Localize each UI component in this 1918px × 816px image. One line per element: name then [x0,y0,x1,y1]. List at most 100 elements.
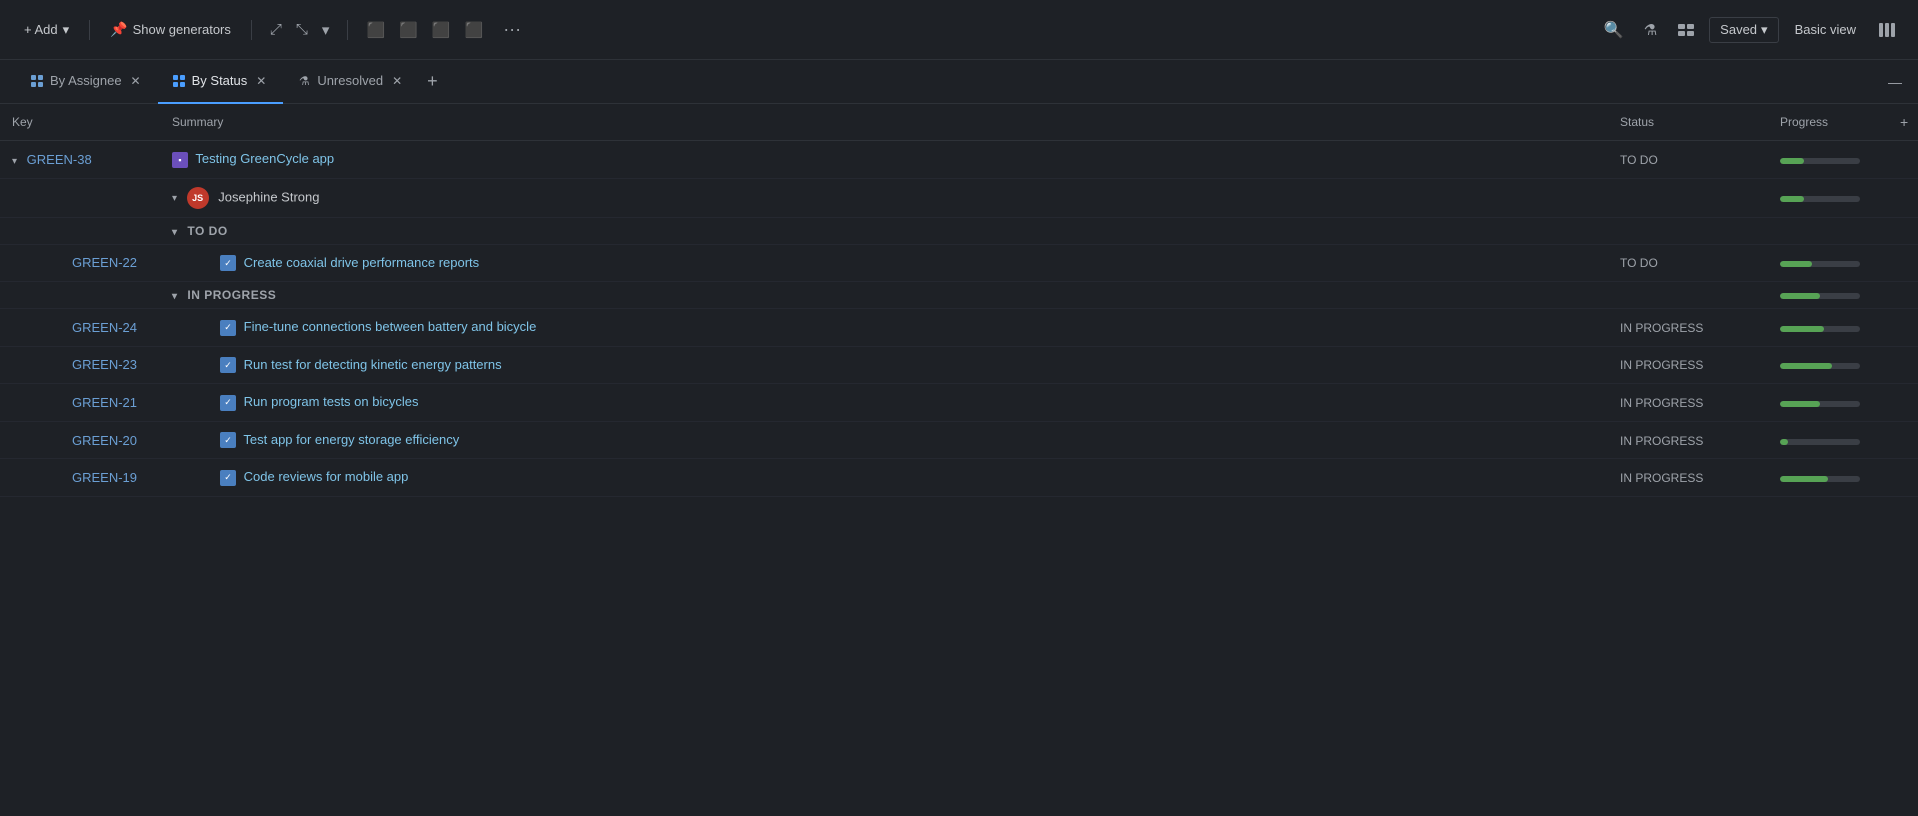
group-chevron[interactable]: ▾ [172,227,178,238]
more-options-button[interactable]: ··· [497,15,527,44]
issue-summary-cell: ✓ Create coaxial drive performance repor… [160,244,1608,282]
progress-fill [1780,363,1832,369]
tab-unresolved-close[interactable]: ✕ [389,73,405,89]
task-icon: ✓ [220,357,236,373]
issue-progress-cell [1768,309,1888,347]
extra-cell [1888,141,1918,179]
extra-cell [1888,459,1918,497]
status-badge: IN PROGRESS [1620,321,1703,335]
col-progress-label: Progress [1780,115,1828,129]
col-summary-label: Summary [172,115,223,129]
tab-unresolved-label: Unresolved [317,73,383,88]
table-row: GREEN-21 ✓ Run program tests on bicycles… [0,384,1918,422]
group-header-row: ▾ TO DO [0,217,1918,244]
issue-key-link[interactable]: GREEN-21 [12,395,137,410]
issue-summary-link[interactable]: Fine-tune connections between battery an… [244,319,537,334]
progress-bar [1780,439,1860,445]
issue-summary-cell: ✓ Code reviews for mobile app [160,459,1608,497]
progress-bar [1780,363,1860,369]
tab-filter-icon: ⚗ [297,74,311,88]
assignee-key-cell [0,178,160,217]
assignee-progress-cell [1768,178,1888,217]
compress-icon[interactable]: ⤡ [290,17,314,42]
group-key-cell [0,217,160,244]
col-header-extra: + [1888,104,1918,141]
issue-key-link[interactable]: GREEN-22 [12,255,137,270]
extra-cell [1888,384,1918,422]
group-label-cell: ▾ IN PROGRESS [160,282,1608,309]
row-chevron[interactable]: ▾ [12,156,17,167]
assignee-row-chevron[interactable]: ▾ [172,193,177,204]
expand-icon[interactable]: ⤢ [264,17,288,42]
issue-summary-link[interactable]: Testing GreenCycle app [195,151,334,166]
layout-icon-4[interactable]: ⬛ [459,17,490,43]
tab-by-status-close[interactable]: ✕ [253,73,269,89]
table-header: Key Summary Status Progress + [0,104,1918,141]
issues-table: Key Summary Status Progress + [0,104,1918,497]
layout-icon-3[interactable]: ⬛ [426,17,457,43]
issue-status-cell: IN PROGRESS [1608,309,1768,347]
dropdown-toggle[interactable]: ▾ [316,17,336,43]
assignee-row: ▾ JS Josephine Strong [0,178,1918,217]
layout-icon-2[interactable]: ⬛ [393,17,424,43]
col-header-status: Status [1608,104,1768,141]
issue-key-link[interactable]: GREEN-19 [12,470,137,485]
extra-cell [1888,309,1918,347]
progress-fill [1780,401,1820,407]
add-button[interactable]: + Add ▾ [16,18,77,42]
tab-by-assignee-close[interactable]: ✕ [128,73,144,89]
issue-key-link[interactable]: GREEN-20 [12,433,137,448]
layout-icon-1[interactable]: ⬛ [360,17,391,43]
group-status-cell [1608,217,1768,244]
show-generators-button[interactable]: 📌 Show generators [102,17,239,42]
issue-progress-cell [1768,459,1888,497]
progress-bar [1780,196,1860,202]
issue-key-link[interactable]: GREEN-38 [27,152,92,167]
issue-summary-link[interactable]: Code reviews for mobile app [244,469,409,484]
add-label: + Add [24,22,58,37]
issue-summary-link[interactable]: Test app for energy storage efficiency [243,432,459,447]
col-status-label: Status [1620,115,1654,129]
columns-button[interactable] [1872,17,1902,43]
progress-bar [1780,158,1860,164]
issue-summary-link[interactable]: Run test for detecting kinetic energy pa… [244,357,502,372]
issue-summary-link[interactable]: Run program tests on bicycles [244,394,419,409]
col-header-key: Key [0,104,160,141]
tab-by-assignee[interactable]: By Assignee ✕ [16,60,158,104]
progress-fill [1780,261,1812,267]
task-icon: ✓ [220,395,236,411]
status-badge: IN PROGRESS [1620,396,1703,410]
group-chevron[interactable]: ▾ [172,291,178,302]
basic-view-button[interactable]: Basic view [1787,18,1864,41]
progress-fill [1780,439,1788,445]
issue-status-cell: IN PROGRESS [1608,421,1768,459]
saved-button[interactable]: Saved ▾ [1709,17,1778,43]
filter-button[interactable]: ⚗ [1638,17,1663,43]
col-header-summary: Summary [160,104,1608,141]
add-tab-button[interactable]: + [419,71,446,92]
tab-by-status[interactable]: By Status ✕ [158,60,284,104]
issue-summary-link[interactable]: Create coaxial drive performance reports [244,255,480,270]
search-button[interactable]: 🔍 [1598,16,1630,44]
issue-key-cell: GREEN-19 [0,459,160,497]
progress-bar [1780,326,1860,332]
issue-summary-cell: ✓ Fine-tune connections between battery … [160,309,1608,347]
progress-bar [1780,261,1860,267]
issue-key-cell: GREEN-21 [0,384,160,422]
progress-fill [1780,476,1828,482]
task-icon: ✓ [220,255,236,271]
issue-summary-cell: ✓ Run program tests on bicycles [160,384,1608,422]
issue-key-link[interactable]: GREEN-23 [12,357,137,372]
issue-progress-cell [1768,141,1888,179]
add-column-icon[interactable]: + [1900,114,1908,130]
status-badge: IN PROGRESS [1620,471,1703,485]
issue-key-cell: GREEN-22 [0,244,160,282]
pin-icon: 📌 [110,21,127,38]
tab-unresolved[interactable]: ⚗ Unresolved ✕ [283,60,419,104]
tabs-minimize-icon: — [1888,74,1902,90]
table-row: GREEN-20 ✓ Test app for energy storage e… [0,421,1918,459]
group-label-cell: ▾ TO DO [160,217,1608,244]
issue-key-link[interactable]: GREEN-24 [12,320,137,335]
progress-fill [1780,196,1804,202]
group-by-button[interactable] [1671,17,1701,43]
